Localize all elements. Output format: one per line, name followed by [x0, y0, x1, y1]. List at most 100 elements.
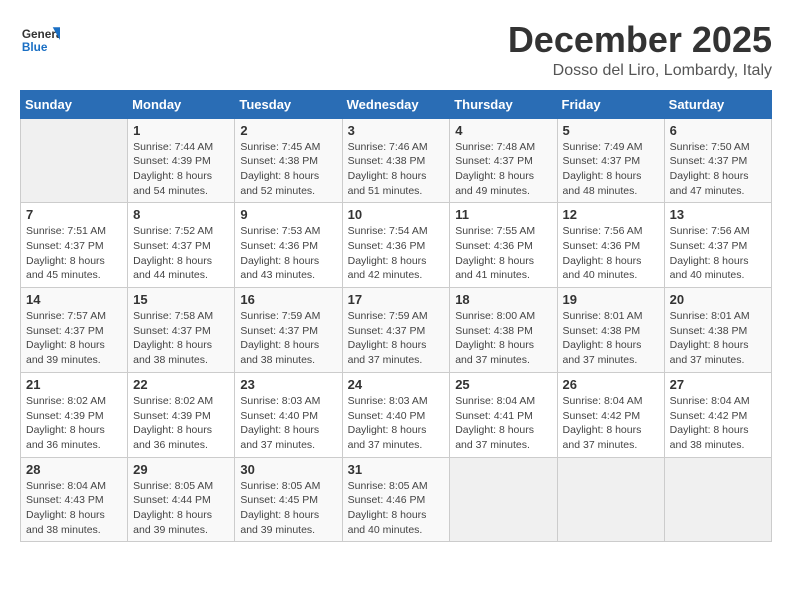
- calendar-week-row: 28Sunrise: 8:04 AMSunset: 4:43 PMDayligh…: [21, 457, 772, 542]
- calendar-cell: 10Sunrise: 7:54 AMSunset: 4:36 PMDayligh…: [342, 203, 450, 288]
- day-of-week-header: Sunday: [21, 90, 128, 118]
- day-info: Sunrise: 7:53 AMSunset: 4:36 PMDaylight:…: [240, 224, 336, 283]
- calendar-cell: 25Sunrise: 8:04 AMSunset: 4:41 PMDayligh…: [450, 372, 557, 457]
- day-info: Sunrise: 7:52 AMSunset: 4:37 PMDaylight:…: [133, 224, 229, 283]
- calendar-cell: 7 Sunrise: 7:51 AMSunset: 4:37 PMDaylight…: [21, 203, 128, 288]
- calendar-week-row: 14 Sunrise: 7:57 AMSunset: 4:37 PMDayligh…: [21, 288, 772, 373]
- day-info: Sunrise: 7:59 AMSunset: 4:37 PMDaylight:…: [348, 309, 445, 368]
- day-number: 19: [563, 292, 659, 307]
- title-block: December 2025 Dosso del Liro, Lombardy, …: [508, 20, 772, 80]
- calendar-cell: 19 Sunrise: 8:01 AMSunset: 4:38 PMDayligh…: [557, 288, 664, 373]
- day-of-week-header: Friday: [557, 90, 664, 118]
- day-info: Sunrise: 7:55 AMSunset: 4:36 PMDaylight:…: [455, 224, 551, 283]
- day-info: Sunrise: 7:48 AMSunset: 4:37 PMDaylight:…: [455, 140, 551, 199]
- day-info: Sunrise: 7:56 AMSunset: 4:37 PMDaylight:…: [670, 224, 766, 283]
- day-number: 20: [670, 292, 766, 307]
- calendar-cell: 29 Sunrise: 8:05 AMSunset: 4:44 PMDayligh…: [128, 457, 235, 542]
- logo: General Blue: [20, 20, 64, 60]
- day-info: Sunrise: 7:45 AMSunset: 4:38 PMDaylight:…: [240, 140, 336, 199]
- day-number: 31: [348, 462, 445, 477]
- calendar-cell: 31 Sunrise: 8:05 AMSunset: 4:46 PMDayligh…: [342, 457, 450, 542]
- day-info: Sunrise: 7:56 AMSunset: 4:36 PMDaylight:…: [563, 224, 659, 283]
- day-number: 8: [133, 207, 229, 222]
- day-info: Sunrise: 8:04 AMSunset: 4:42 PMDaylight:…: [563, 394, 659, 453]
- day-info: Sunrise: 8:05 AMSunset: 4:44 PMDaylight:…: [133, 479, 229, 538]
- day-number: 14: [26, 292, 122, 307]
- page-header: General Blue December 2025 Dosso del Lir…: [20, 20, 772, 80]
- day-info: Sunrise: 8:02 AMSunset: 4:39 PMDaylight:…: [133, 394, 229, 453]
- day-number: 3: [348, 123, 445, 138]
- day-info: Sunrise: 7:51 AMSunset: 4:37 PMDaylight:…: [26, 224, 122, 283]
- day-of-week-header: Saturday: [664, 90, 771, 118]
- calendar-cell: [557, 457, 664, 542]
- day-number: 21: [26, 377, 122, 392]
- day-number: 29: [133, 462, 229, 477]
- day-number: 16: [240, 292, 336, 307]
- calendar-cell: 28Sunrise: 8:04 AMSunset: 4:43 PMDayligh…: [21, 457, 128, 542]
- calendar-cell: 12 Sunrise: 7:56 AMSunset: 4:36 PMDayligh…: [557, 203, 664, 288]
- day-of-week-header: Monday: [128, 90, 235, 118]
- calendar-cell: 27Sunrise: 8:04 AMSunset: 4:42 PMDayligh…: [664, 372, 771, 457]
- day-number: 12: [563, 207, 659, 222]
- day-number: 5: [563, 123, 659, 138]
- day-number: 1: [133, 123, 229, 138]
- day-number: 22: [133, 377, 229, 392]
- calendar-cell: 2Sunrise: 7:45 AMSunset: 4:38 PMDaylight…: [235, 118, 342, 203]
- day-of-week-header: Wednesday: [342, 90, 450, 118]
- calendar-cell: [21, 118, 128, 203]
- day-of-week-header: Thursday: [450, 90, 557, 118]
- calendar-week-row: 7 Sunrise: 7:51 AMSunset: 4:37 PMDaylight…: [21, 203, 772, 288]
- calendar-cell: 30 Sunrise: 8:05 AMSunset: 4:45 PMDayligh…: [235, 457, 342, 542]
- day-number: 4: [455, 123, 551, 138]
- calendar-cell: 23Sunrise: 8:03 AMSunset: 4:40 PMDayligh…: [235, 372, 342, 457]
- calendar-cell: 1 Sunrise: 7:44 AMSunset: 4:39 PMDaylight…: [128, 118, 235, 203]
- day-number: 28: [26, 462, 122, 477]
- calendar-cell: 4 Sunrise: 7:48 AMSunset: 4:37 PMDaylight…: [450, 118, 557, 203]
- month-title: December 2025: [508, 20, 772, 60]
- day-info: Sunrise: 8:01 AMSunset: 4:38 PMDaylight:…: [563, 309, 659, 368]
- calendar-cell: 21 Sunrise: 8:02 AMSunset: 4:39 PMDayligh…: [21, 372, 128, 457]
- day-of-week-header: Tuesday: [235, 90, 342, 118]
- calendar-cell: 5 Sunrise: 7:49 AMSunset: 4:37 PMDaylight…: [557, 118, 664, 203]
- calendar-cell: 8 Sunrise: 7:52 AMSunset: 4:37 PMDaylight…: [128, 203, 235, 288]
- day-number: 10: [348, 207, 445, 222]
- day-number: 25: [455, 377, 551, 392]
- calendar-cell: 26Sunrise: 8:04 AMSunset: 4:42 PMDayligh…: [557, 372, 664, 457]
- day-info: Sunrise: 8:03 AMSunset: 4:40 PMDaylight:…: [240, 394, 336, 453]
- day-info: Sunrise: 7:44 AMSunset: 4:39 PMDaylight:…: [133, 140, 229, 199]
- day-info: Sunrise: 8:05 AMSunset: 4:46 PMDaylight:…: [348, 479, 445, 538]
- calendar-week-row: 1 Sunrise: 7:44 AMSunset: 4:39 PMDaylight…: [21, 118, 772, 203]
- calendar-table: SundayMondayTuesdayWednesdayThursdayFrid…: [20, 90, 772, 543]
- svg-text:Blue: Blue: [22, 40, 48, 54]
- location-title: Dosso del Liro, Lombardy, Italy: [508, 62, 772, 80]
- day-number: 27: [670, 377, 766, 392]
- day-number: 11: [455, 207, 551, 222]
- calendar-cell: 22 Sunrise: 8:02 AMSunset: 4:39 PMDayligh…: [128, 372, 235, 457]
- calendar-cell: 18 Sunrise: 8:00 AMSunset: 4:38 PMDayligh…: [450, 288, 557, 373]
- calendar-week-row: 21 Sunrise: 8:02 AMSunset: 4:39 PMDayligh…: [21, 372, 772, 457]
- calendar-cell: 9 Sunrise: 7:53 AMSunset: 4:36 PMDaylight…: [235, 203, 342, 288]
- day-number: 7: [26, 207, 122, 222]
- calendar-cell: [664, 457, 771, 542]
- day-number: 15: [133, 292, 229, 307]
- day-number: 6: [670, 123, 766, 138]
- calendar-cell: 17 Sunrise: 7:59 AMSunset: 4:37 PMDayligh…: [342, 288, 450, 373]
- calendar-cell: 13Sunrise: 7:56 AMSunset: 4:37 PMDayligh…: [664, 203, 771, 288]
- day-number: 17: [348, 292, 445, 307]
- day-number: 9: [240, 207, 336, 222]
- day-info: Sunrise: 7:49 AMSunset: 4:37 PMDaylight:…: [563, 140, 659, 199]
- day-info: Sunrise: 7:50 AMSunset: 4:37 PMDaylight:…: [670, 140, 766, 199]
- day-info: Sunrise: 8:01 AMSunset: 4:38 PMDaylight:…: [670, 309, 766, 368]
- day-number: 24: [348, 377, 445, 392]
- day-info: Sunrise: 8:05 AMSunset: 4:45 PMDaylight:…: [240, 479, 336, 538]
- day-info: Sunrise: 7:58 AMSunset: 4:37 PMDaylight:…: [133, 309, 229, 368]
- calendar-cell: 24Sunrise: 8:03 AMSunset: 4:40 PMDayligh…: [342, 372, 450, 457]
- calendar-cell: 3Sunrise: 7:46 AMSunset: 4:38 PMDaylight…: [342, 118, 450, 203]
- day-info: Sunrise: 7:57 AMSunset: 4:37 PMDaylight:…: [26, 309, 122, 368]
- day-number: 30: [240, 462, 336, 477]
- day-info: Sunrise: 7:59 AMSunset: 4:37 PMDaylight:…: [240, 309, 336, 368]
- day-info: Sunrise: 8:02 AMSunset: 4:39 PMDaylight:…: [26, 394, 122, 453]
- calendar-cell: 16 Sunrise: 7:59 AMSunset: 4:37 PMDayligh…: [235, 288, 342, 373]
- day-info: Sunrise: 8:00 AMSunset: 4:38 PMDaylight:…: [455, 309, 551, 368]
- day-number: 18: [455, 292, 551, 307]
